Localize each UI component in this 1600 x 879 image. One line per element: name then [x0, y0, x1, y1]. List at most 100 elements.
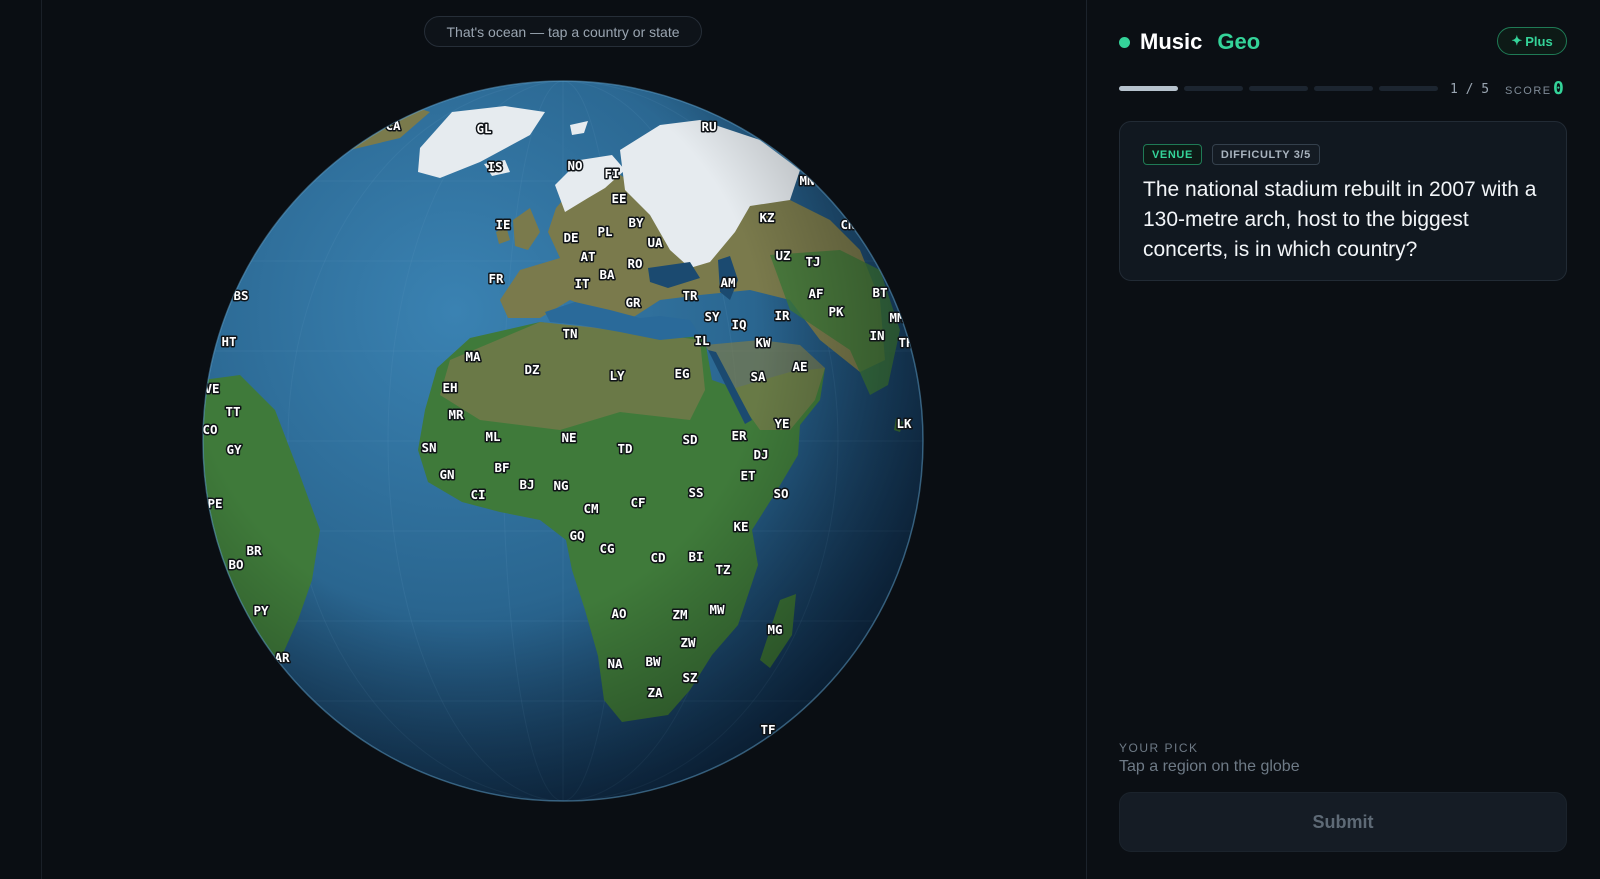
country-label-ss: SS	[688, 485, 703, 500]
country-label-cn: CN	[840, 217, 855, 232]
country-label-ly: LY	[609, 368, 625, 383]
country-label-bj: BJ	[519, 477, 534, 492]
country-label-ye: YE	[774, 416, 789, 431]
progress-segment	[1379, 86, 1438, 91]
country-label-no: NO	[567, 158, 582, 173]
country-label-ng: NG	[553, 478, 568, 493]
category-tag: VENUE	[1143, 144, 1202, 165]
country-label-tt: TT	[225, 404, 240, 419]
country-label-in: IN	[869, 328, 884, 343]
country-label-bt: BT	[872, 285, 887, 300]
live-status-dot-icon	[1119, 36, 1130, 48]
country-label-mw: MW	[709, 602, 725, 617]
question-sidebar: Music Geo ✦ Plus 1 / 5 SCORE 0 VENUE DIF…	[1087, 0, 1600, 879]
country-label-et: ET	[740, 468, 755, 483]
progress-segment	[1314, 86, 1373, 91]
sparkle-icon: ✦	[1511, 33, 1523, 48]
country-label-na: NA	[607, 656, 623, 671]
country-label-uz: UZ	[775, 248, 791, 263]
question-tags: VENUE DIFFICULTY 3/5	[1143, 144, 1543, 165]
country-label-sz: SZ	[682, 670, 698, 685]
country-label-ro: RO	[627, 256, 642, 271]
country-label-tz: TZ	[715, 562, 731, 577]
country-label-fi: FI	[604, 166, 619, 181]
country-label-ml: ML	[485, 429, 501, 444]
country-label-ua: UA	[647, 235, 663, 250]
country-label-am: AM	[720, 275, 735, 290]
country-label-ba: BA	[599, 267, 615, 282]
country-label-bf: BF	[494, 460, 509, 475]
progress-segment	[1184, 86, 1243, 91]
country-label-ci: CI	[470, 487, 485, 502]
country-label-pl: PL	[597, 224, 613, 239]
country-label-tf: TF	[760, 722, 775, 737]
country-label-tj: TJ	[805, 254, 820, 269]
country-label-cg: CG	[599, 541, 614, 556]
country-label-gn: GN	[439, 467, 454, 482]
globe-panel: GL RU CA IS NO FI MN EE IE BY KZ CN DE PL UA AT RO UZ TJ BA…	[0, 0, 1086, 879]
country-label-zm: ZM	[672, 607, 687, 622]
country-label-ee: EE	[611, 191, 626, 206]
submit-button[interactable]: Submit	[1119, 792, 1567, 852]
country-label-ae: AE	[792, 359, 807, 374]
country-label-br: BR	[246, 543, 262, 558]
country-label-ma: MA	[465, 349, 481, 364]
score-label: SCORE	[1505, 85, 1552, 97]
country-label-ht: HT	[221, 334, 236, 349]
country-label-za: ZA	[647, 685, 663, 700]
country-label-ar: AR	[274, 650, 290, 665]
country-label-zw: ZW	[680, 635, 696, 650]
country-label-is: IS	[487, 159, 502, 174]
country-label-by: BY	[628, 215, 644, 230]
progress-segment	[1119, 86, 1178, 91]
country-label-sa: SA	[750, 369, 766, 384]
country-label-py: PY	[253, 603, 269, 618]
your-pick-label: YOUR PICK	[1119, 741, 1199, 755]
country-label-mr: MR	[448, 407, 464, 422]
country-label-kw: KW	[755, 335, 771, 350]
country-label-bi: BI	[688, 549, 703, 564]
country-label-fr: FR	[488, 271, 504, 286]
country-label-sy: SY	[704, 309, 720, 324]
country-label-pk: PK	[828, 304, 844, 319]
country-label-eh: EH	[442, 380, 457, 395]
country-label-iq: IQ	[731, 317, 746, 332]
your-pick-value: Tap a region on the globe	[1119, 758, 1300, 775]
country-label-co: CO	[202, 422, 217, 437]
country-label-sn: SN	[421, 440, 436, 455]
country-label-td: TD	[617, 441, 632, 456]
country-label-tr: TR	[682, 288, 698, 303]
brand-name-accent: Geo	[1217, 29, 1261, 54]
country-label-ke: KE	[733, 519, 748, 534]
plus-button[interactable]: ✦ Plus	[1497, 27, 1567, 55]
question-counter: 1 / 5	[1450, 82, 1490, 97]
difficulty-tag: DIFFICULTY 3/5	[1211, 144, 1320, 165]
country-label-tn: TN	[562, 326, 577, 341]
country-label-bw: BW	[645, 654, 661, 669]
score-value: 0	[1553, 78, 1564, 99]
country-label-gl: GL	[476, 121, 492, 136]
country-label-er: ER	[731, 428, 747, 443]
country-label-de: DE	[563, 230, 578, 245]
country-label-it: IT	[574, 276, 589, 291]
country-label-ir: IR	[774, 308, 790, 323]
country-label-bo: BO	[228, 557, 243, 572]
country-label-dz: DZ	[524, 362, 540, 377]
country-label-eg: EG	[674, 366, 689, 381]
globe[interactable]: GL RUCAIS NOFI MNEEIE BY KZ CNDE PLUAAT ROUZ TJBA…	[0, 0, 1086, 879]
country-label-kz: KZ	[759, 210, 775, 225]
country-label-cf: CF	[630, 495, 645, 510]
country-label-mm: MM	[889, 310, 904, 325]
hint-toast: That's ocean — tap a country or state	[424, 16, 702, 47]
country-label-cm: CM	[583, 501, 598, 516]
question-text: The national stadium rebuilt in 2007 wit…	[1143, 178, 1537, 261]
country-label-pe: PE	[207, 496, 222, 511]
country-label-mg: MG	[767, 622, 782, 637]
country-label-af: AF	[808, 286, 823, 301]
country-label-gr: GR	[625, 295, 641, 310]
plus-button-label: Plus	[1525, 33, 1553, 49]
country-label-dj: DJ	[753, 447, 768, 462]
country-label-at: AT	[580, 249, 595, 264]
progress-segment	[1249, 86, 1308, 91]
country-label-ru: RU	[701, 119, 716, 134]
